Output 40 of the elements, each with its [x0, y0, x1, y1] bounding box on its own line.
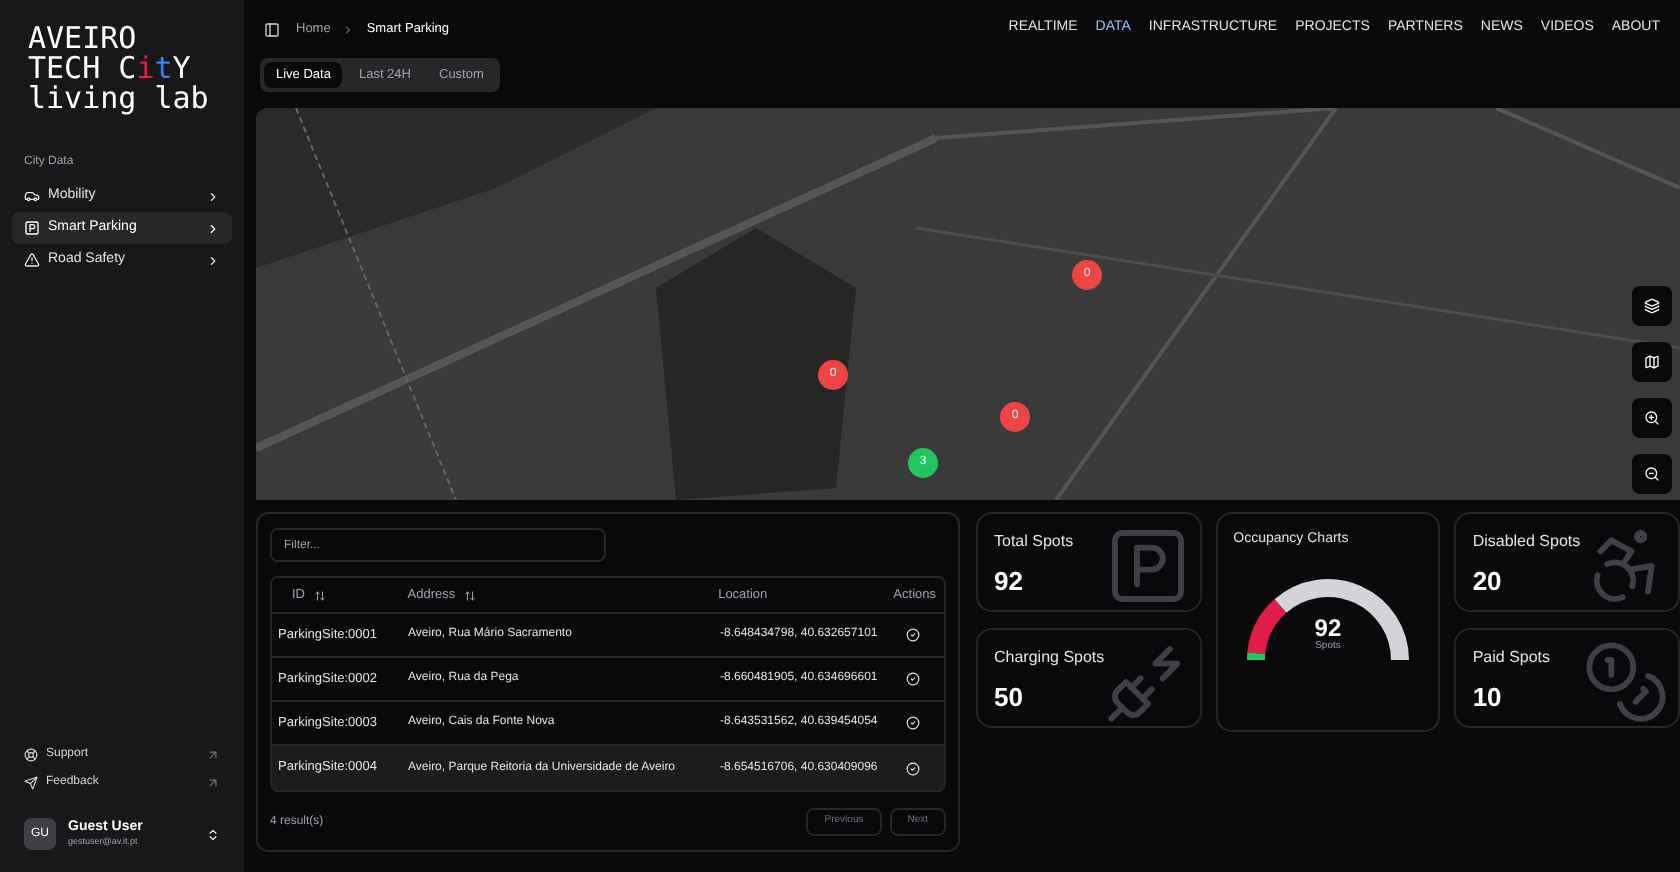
stat-label: Disabled Spots [1472, 530, 1583, 554]
stat-value: 50 [994, 680, 1025, 716]
map-icon [1644, 354, 1660, 370]
stat-label: Total Spots [994, 530, 1076, 554]
map-control-button[interactable] [1632, 398, 1672, 438]
stat-value: 92 [994, 564, 1025, 600]
map-control-button[interactable] [1632, 286, 1672, 326]
external-link-icon [206, 747, 220, 761]
lifebuoy-icon [24, 747, 38, 761]
sidebar-toggle-icon[interactable] [264, 21, 280, 37]
chevron-updown-icon [206, 827, 220, 841]
car-icon [24, 188, 40, 204]
map-control-button[interactable] [1632, 342, 1672, 382]
logo-text: TECH CitY [28, 54, 191, 84]
action-icon[interactable] [906, 628, 920, 642]
layers-icon [1644, 298, 1660, 314]
chevron-icon [206, 221, 220, 235]
parking-icon [24, 220, 40, 236]
stat-label: Charging Spots [994, 646, 1107, 670]
action-icon[interactable] [906, 761, 920, 775]
zoom-in-icon [1644, 410, 1660, 426]
external-link-icon [206, 775, 220, 789]
logo-text: AVEIRO [28, 24, 139, 54]
sort-icon [313, 589, 325, 601]
zoom-out-icon [1644, 466, 1660, 482]
map-control-button[interactable] [1632, 454, 1672, 494]
coins-icon [1581, 638, 1670, 726]
stat-label: Paid Spots [1472, 646, 1553, 670]
sort-icon [463, 589, 476, 601]
action-icon[interactable] [906, 672, 920, 686]
logo-text: living lab [28, 84, 211, 114]
stat-value: 20 [1472, 564, 1504, 600]
action-icon[interactable] [906, 716, 920, 730]
gauge-value: 92 [1314, 615, 1342, 639]
warning-icon [24, 252, 40, 268]
chevron-icon [206, 253, 220, 267]
stat-value: 10 [1472, 680, 1504, 716]
send-icon [24, 775, 38, 789]
chevron-icon [342, 23, 355, 35]
chevron-icon [206, 189, 220, 203]
